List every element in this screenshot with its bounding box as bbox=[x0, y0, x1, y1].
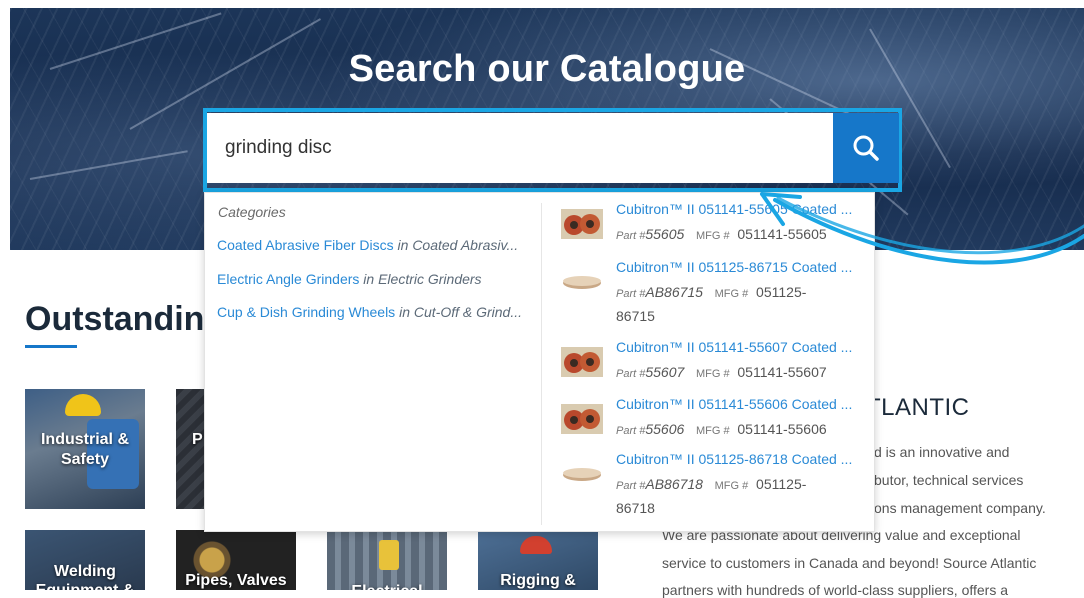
part-number: 55606 bbox=[645, 421, 685, 437]
tile-label: Electrical bbox=[327, 582, 447, 590]
search-button[interactable] bbox=[833, 113, 899, 183]
product-meta: Part #AB86715 MFG # 051125- 86715 bbox=[616, 284, 807, 324]
about-text-line: partners with hundreds of world-class su… bbox=[662, 582, 1009, 598]
product-title: Cubitron™ II 051125-86715 Coated ... bbox=[616, 259, 853, 275]
title-underline bbox=[25, 345, 77, 348]
mfg-number: 051141-55606 bbox=[737, 421, 827, 437]
product-title: Cubitron™ II 051141-55606 Coated ... bbox=[616, 396, 853, 412]
tile-label: Safety bbox=[60, 451, 110, 468]
search-icon bbox=[853, 135, 879, 161]
mfg-number: 051141-55607 bbox=[737, 364, 827, 380]
section-title: Outstandin bbox=[25, 300, 205, 338]
suggestion-category[interactable]: Cup & Dish Grinding Wheels in Cut-Off & … bbox=[217, 304, 533, 320]
suggestion-product[interactable]: Cubitron™ II 051125-86715 Coated ... Par… bbox=[561, 259, 861, 324]
mfg-number-cont: 86718 bbox=[616, 500, 655, 516]
category-tile-welding[interactable]: Welding Equipment & bbox=[25, 530, 145, 590]
tile-label: Welding bbox=[54, 563, 116, 580]
suggestion-product[interactable]: Cubitron™ II 051141-55605 Coated ... Par… bbox=[561, 201, 861, 251]
tile-label: Pipes, Valves bbox=[185, 572, 287, 589]
category-tile-pipes-valves[interactable]: Pipes, Valves bbox=[176, 530, 296, 590]
product-meta: Part #AB86718 MFG # 051125- 86718 bbox=[616, 476, 807, 516]
hero-title: Search our Catalogue bbox=[348, 48, 746, 90]
product-meta: Part #55606 MFG # 051141-55606 bbox=[616, 421, 827, 437]
about-text-line: d is an innovative and bbox=[874, 444, 1010, 460]
search-suggestions-dropdown: Categories Coated Abrasive Fiber Discs i… bbox=[204, 192, 875, 532]
hard-hat-icon bbox=[65, 394, 101, 416]
tile-label: Rigging & bbox=[500, 572, 576, 589]
flap-disc-icon bbox=[561, 404, 603, 434]
category-parent: in Coated Abrasiv... bbox=[397, 237, 519, 253]
mfg-number: 051125- bbox=[756, 476, 807, 492]
category-name: Coated Abrasive Fiber Discs bbox=[217, 237, 394, 253]
tile-label: Industrial & bbox=[40, 431, 129, 448]
hero-spark bbox=[29, 150, 188, 180]
about-text-line: service to customers in Canada and beyon… bbox=[662, 555, 1037, 571]
part-number: AB86715 bbox=[645, 284, 703, 300]
category-parent: in Electric Grinders bbox=[363, 271, 482, 287]
product-meta: Part #55607 MFG # 051141-55607 bbox=[616, 364, 827, 380]
dropdown-divider bbox=[541, 203, 542, 525]
category-tile-rigging[interactable]: Rigging & bbox=[478, 530, 598, 590]
tile-label: Equipment & bbox=[25, 581, 145, 590]
suggestion-product[interactable]: Cubitron™ II 051125-86718 Coated ... Par… bbox=[561, 451, 861, 516]
part-number: AB86718 bbox=[645, 476, 703, 492]
product-title: Cubitron™ II 051141-55605 Coated ... bbox=[616, 201, 853, 217]
product-title: Cubitron™ II 051125-86718 Coated ... bbox=[616, 451, 853, 467]
category-parent: in Cut-Off & Grind... bbox=[399, 304, 523, 320]
mfg-number-cont: 86715 bbox=[616, 308, 655, 324]
flap-disc-icon bbox=[561, 209, 603, 239]
fiber-disc-icon bbox=[561, 459, 603, 489]
suggestion-category[interactable]: Coated Abrasive Fiber Discs in Coated Ab… bbox=[217, 237, 533, 253]
about-heading: TLANTIC bbox=[866, 394, 970, 421]
category-tile-electrical[interactable]: Electrical bbox=[327, 530, 447, 590]
category-tile-industrial-safety[interactable]: Industrial & Safety bbox=[25, 389, 145, 509]
meter-icon bbox=[379, 540, 399, 570]
hard-hat-icon bbox=[520, 536, 552, 554]
category-name: Electric Angle Grinders bbox=[217, 271, 360, 287]
about-text-line: ons management company. bbox=[874, 500, 1046, 516]
part-number: 55607 bbox=[645, 364, 685, 380]
search-input[interactable] bbox=[207, 113, 833, 183]
suggestion-category[interactable]: Electric Angle Grinders in Electric Grin… bbox=[217, 271, 533, 287]
product-title: Cubitron™ II 051141-55607 Coated ... bbox=[616, 339, 853, 355]
flap-disc-icon bbox=[561, 347, 603, 377]
mfg-number: 051125- bbox=[756, 284, 807, 300]
about-text-line: butor, technical services bbox=[874, 472, 1024, 488]
product-meta: Part #55605 MFG # 051141-55605 bbox=[616, 226, 827, 242]
category-name: Cup & Dish Grinding Wheels bbox=[217, 304, 396, 320]
part-number: 55605 bbox=[645, 226, 685, 242]
suggestion-product[interactable]: Cubitron™ II 051141-55607 Coated ... Par… bbox=[561, 339, 861, 389]
suggestion-product[interactable]: Cubitron™ II 051141-55606 Coated ... Par… bbox=[561, 396, 861, 446]
categories-heading: Categories bbox=[218, 204, 286, 220]
fiber-disc-icon bbox=[561, 267, 603, 297]
mfg-number: 051141-55605 bbox=[737, 226, 827, 242]
